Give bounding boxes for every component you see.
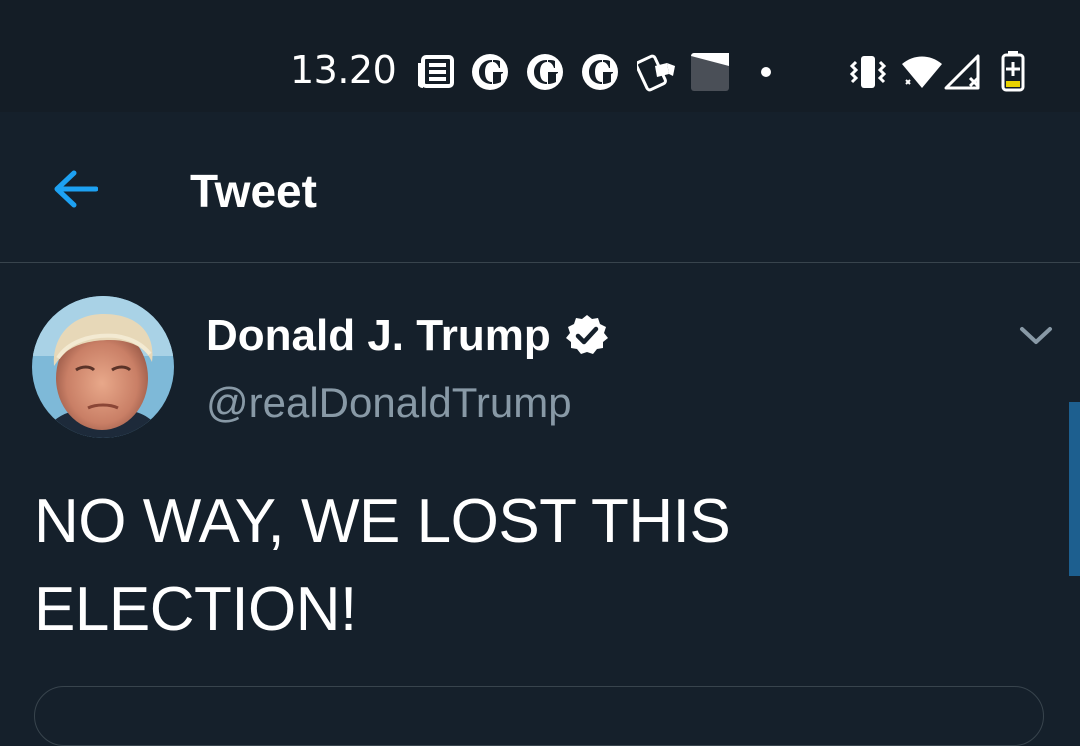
tweet-options-button[interactable] (1010, 314, 1062, 358)
app-header: Tweet (0, 112, 1080, 263)
author-row[interactable]: Donald J. Trump (206, 308, 609, 364)
guardian-icon (527, 54, 563, 90)
vibrate-icon (849, 56, 887, 88)
status-time: 13.20 (290, 48, 397, 92)
tweet-text-line: NO WAY, WE LOST THIS (34, 487, 731, 556)
phone-flag-icon (637, 54, 675, 92)
scrollbar[interactable] (1069, 402, 1080, 576)
back-button[interactable] (40, 154, 110, 224)
status-bar: 13.20 (0, 0, 1080, 112)
guardian-icon (472, 54, 508, 90)
profile-photo (32, 296, 174, 438)
avatar[interactable] (32, 296, 174, 438)
image-icon (691, 53, 729, 91)
tweet-text: NO WAY, WE LOST THIS ELECTION! (34, 478, 1034, 654)
guardian-icon (582, 54, 618, 90)
battery-charging-icon (1001, 51, 1025, 92)
tweet-text-line: ELECTION! (34, 575, 357, 644)
dot-icon (761, 67, 771, 77)
news-icon (418, 55, 454, 88)
wifi-icon (902, 56, 942, 88)
user-handle[interactable]: @realDonaldTrump (206, 376, 572, 430)
display-name[interactable]: Donald J. Trump (206, 308, 551, 364)
verified-badge-icon (565, 315, 608, 354)
signal-icon (944, 54, 980, 90)
page-title: Tweet (190, 165, 317, 217)
chevron-down-icon (1020, 327, 1052, 344)
arrow-left-icon (54, 170, 98, 208)
card-border (34, 686, 1044, 746)
